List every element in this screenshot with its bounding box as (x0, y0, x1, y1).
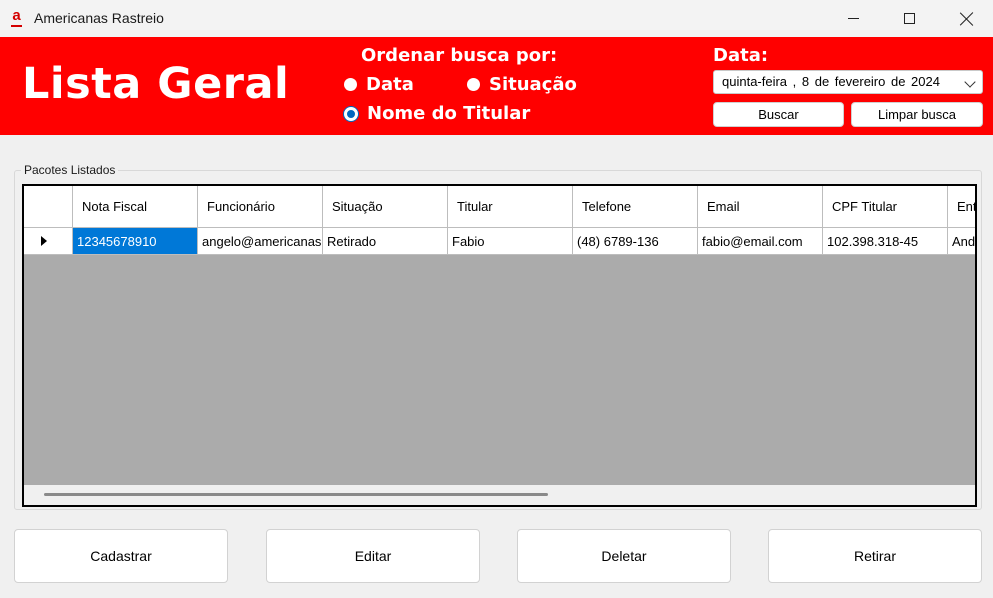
clear-search-button[interactable]: Limpar busca (851, 102, 983, 127)
close-icon (960, 12, 974, 26)
current-row-arrow-icon (41, 236, 47, 246)
cell-titular[interactable]: Fabio (448, 228, 573, 255)
sort-radio-data[interactable]: Data (344, 74, 414, 95)
radio-unchecked-icon (344, 78, 357, 91)
column-header-nota-fiscal[interactable]: Nota Fiscal (73, 186, 198, 228)
packages-group-label: Pacotes Listados (21, 163, 119, 177)
maximize-icon (903, 13, 915, 24)
table-row[interactable]: 12345678910 angelo@americanas.com Retira… (24, 228, 975, 255)
date-label: Data: (713, 45, 769, 66)
column-header-situacao[interactable]: Situação (323, 186, 448, 228)
scrollbar-thumb[interactable] (44, 493, 548, 496)
column-header-entrega[interactable]: Entrega (948, 186, 975, 228)
sort-radio-nome-titular-label: Nome do Titular (367, 103, 531, 124)
radio-unchecked-icon (467, 78, 480, 91)
sort-radio-nome-titular[interactable]: Nome do Titular (344, 103, 530, 124)
close-button[interactable] (944, 0, 990, 37)
horizontal-scrollbar[interactable] (24, 485, 975, 505)
window-title: Americanas Rastreio (34, 10, 164, 26)
cell-cpf-titular[interactable]: 102.398.318-45 (823, 228, 948, 255)
chevron-down-icon[interactable] (964, 76, 976, 88)
register-button[interactable]: Cadastrar (14, 529, 228, 583)
sort-radio-situacao-label: Situação (489, 74, 577, 95)
packages-grid[interactable]: Nota Fiscal Funcionário Situação Titular… (22, 184, 977, 507)
cell-funcionario[interactable]: angelo@americanas.com (198, 228, 323, 255)
minimize-icon (847, 18, 859, 19)
edit-button[interactable]: Editar (266, 529, 480, 583)
app-logo-icon: a (10, 8, 23, 27)
minimize-button[interactable] (830, 0, 876, 37)
column-header-email[interactable]: Email (698, 186, 823, 228)
radio-checked-icon (344, 106, 358, 121)
sort-radio-situacao[interactable]: Situação (467, 74, 577, 95)
date-picker[interactable]: quinta-feira , 8 de fevereiro de 2024 (713, 70, 983, 94)
column-header-titular[interactable]: Titular (448, 186, 573, 228)
cell-email[interactable]: fabio@email.com (698, 228, 823, 255)
grid-header: Nota Fiscal Funcionário Situação Titular… (24, 186, 975, 228)
delete-button[interactable]: Deletar (517, 529, 731, 583)
cell-nota-fiscal[interactable]: 12345678910 (73, 228, 198, 255)
header-panel: Lista Geral Ordenar busca por: Data Situ… (0, 37, 993, 135)
search-button[interactable]: Buscar (713, 102, 844, 127)
row-indicator[interactable] (24, 228, 73, 255)
cell-entrega[interactable]: Andamento (948, 228, 975, 255)
cell-telefone[interactable]: (48) 6789-136 (573, 228, 698, 255)
withdraw-button[interactable]: Retirar (768, 529, 982, 583)
page-title: Lista Geral (22, 59, 290, 109)
title-bar: a Americanas Rastreio (0, 0, 993, 37)
cell-situacao[interactable]: Retirado (323, 228, 448, 255)
sort-label: Ordenar busca por: (361, 45, 558, 66)
maximize-button[interactable] (886, 0, 932, 37)
row-header-column (24, 186, 73, 228)
column-header-telefone[interactable]: Telefone (573, 186, 698, 228)
column-header-funcionario[interactable]: Funcionário (198, 186, 323, 228)
column-header-cpf-titular[interactable]: CPF Titular (823, 186, 948, 228)
sort-radio-data-label: Data (366, 74, 414, 95)
date-picker-value: quinta-feira , 8 de fevereiro de 2024 (722, 74, 940, 89)
